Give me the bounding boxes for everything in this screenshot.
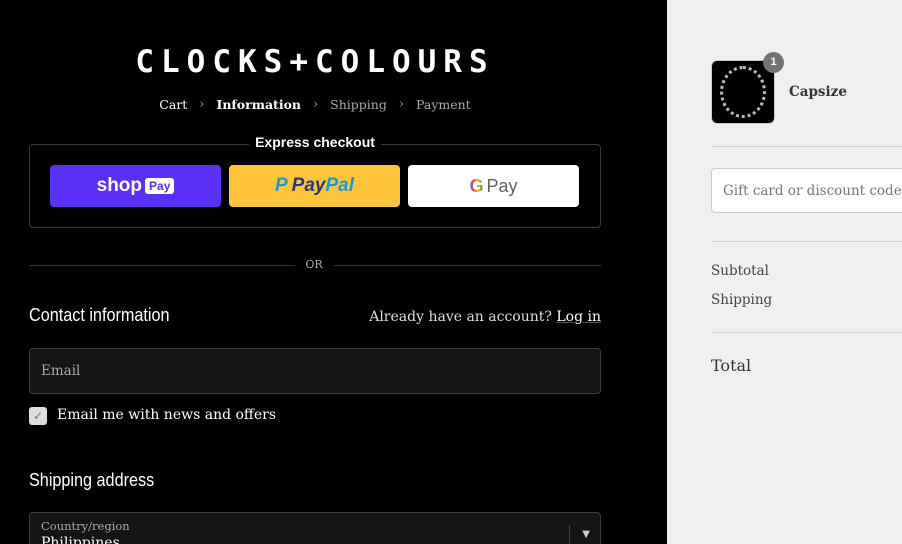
chevron-right-icon: › [199,97,205,112]
account-login-prompt: Already have an account? Log in [369,309,601,325]
contact-information-heading: Contact information [29,305,170,325]
google-pay-button[interactable]: G Pay [408,165,579,207]
paypal-logo-pal: Pal [325,175,355,196]
chevron-down-icon: ▼ [582,529,590,540]
checkout-main: CLOCKS+COLOURS Cart › Information › Ship… [0,0,667,544]
summary-divider [711,241,902,242]
product-name: Capsize [789,84,847,100]
divider-line-right [334,265,601,266]
express-checkout-title: Express checkout [0,134,630,150]
shipping-label: Shipping [711,292,773,308]
select-divider [569,525,570,544]
divider-line-left [29,265,295,266]
store-logo[interactable]: CLOCKS+COLOURS [0,44,630,80]
breadcrumb-cart[interactable]: Cart [159,97,187,112]
summary-divider [711,332,902,333]
quantity-badge: 1 [763,52,784,73]
google-g-icon: G [469,175,484,196]
breadcrumb-payment: Payment [416,97,471,112]
summary-divider [711,146,902,147]
country-value: Philippines [41,535,120,544]
shipping-address-heading: Shipping address [29,470,155,490]
breadcrumb: Cart › Information › Shipping › Payment [0,96,630,112]
shop-pay-button[interactable]: shop Pay [50,165,221,207]
order-summary: 1 Capsize Gift card or discount code Sub… [667,0,902,544]
email-placeholder: Email [41,363,81,379]
login-link[interactable]: Log in [556,309,601,325]
checkmark-icon: ✓ [32,409,44,423]
discount-placeholder: Gift card or discount code [723,183,902,199]
chevron-right-icon: › [312,97,319,112]
google-pay-label: Pay [486,175,518,196]
discount-code-input[interactable]: Gift card or discount code [711,168,902,213]
shop-pay-badge: Pay [145,178,175,194]
breadcrumb-shipping: Shipping [330,97,387,112]
paypal-icon: P [274,175,288,196]
newsletter-checkbox[interactable]: ✓ [29,407,47,425]
account-prompt-text: Already have an account? [369,309,552,325]
shop-pay-logo: shop [96,175,143,196]
paypal-logo-pay: Pay [291,175,326,196]
newsletter-label: Email me with news and offers [57,407,277,423]
total-label: Total [711,356,752,375]
bracelet-image [720,66,766,118]
breadcrumb-information: Information [216,97,301,112]
country-label: Country/region [41,519,130,533]
paypal-button[interactable]: P Pay Pal [229,165,400,207]
subtotal-label: Subtotal [711,263,769,279]
email-field[interactable]: Email [29,348,601,394]
chevron-right-icon: › [398,97,405,112]
country-select[interactable]: Country/region Philippines ▼ [29,512,601,544]
or-divider: OR [305,258,323,271]
